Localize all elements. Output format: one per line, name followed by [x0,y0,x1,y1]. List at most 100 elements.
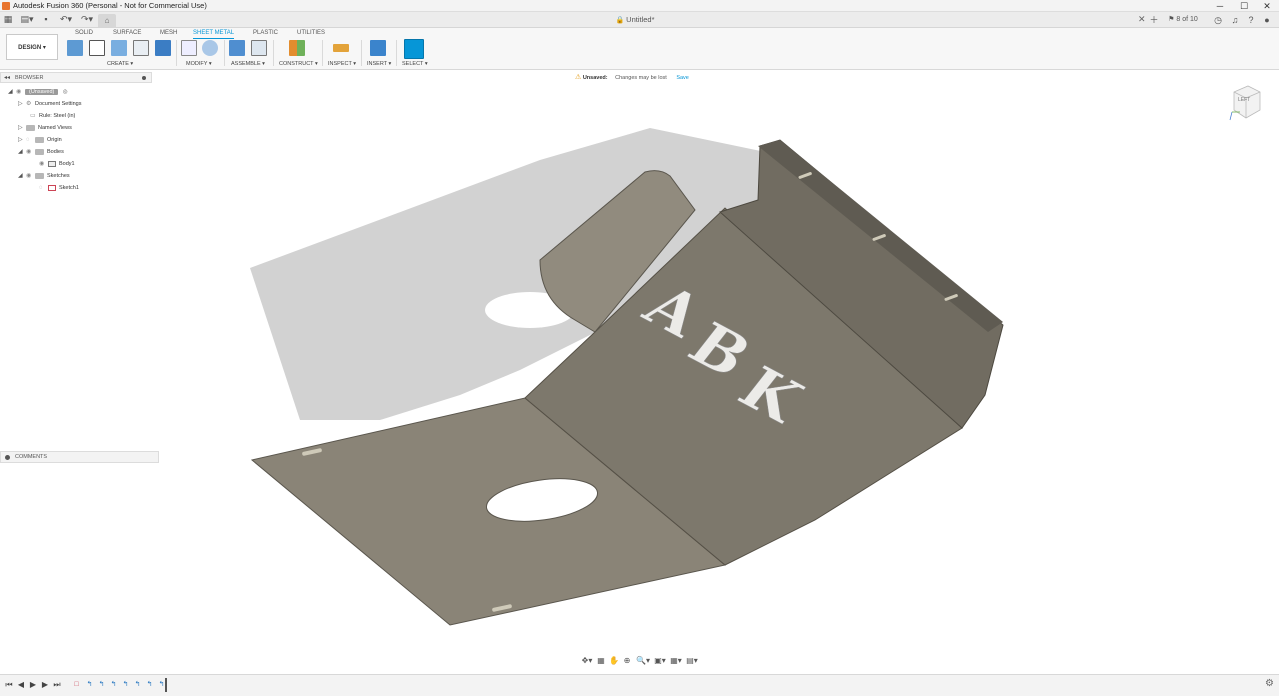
modify-menu[interactable]: MODIFY ▾ [186,61,212,67]
create-sketch-icon[interactable] [89,40,105,56]
tree-origin[interactable]: ▷ ◌ Origin [18,135,62,146]
viewcube[interactable]: LEFT [1226,82,1266,122]
eye-icon[interactable]: ◉ [39,159,48,170]
timeline-flange-feature[interactable]: ↰ [97,680,106,689]
tree-document-settings[interactable]: ▷ ⚙ Document Settings [18,99,81,110]
zoom-window-icon[interactable]: 🔍▾ [635,655,651,667]
document-tab[interactable]: 🔒 Untitled* [560,12,710,28]
insert-image-icon[interactable] [370,40,386,56]
assemble-menu[interactable]: ASSEMBLE ▾ [231,61,265,67]
data-panel-grid-icon[interactable]: ▦ [2,13,14,26]
job-status[interactable]: ⚑ 8 of 10 [1163,14,1203,26]
activate-icon[interactable]: ◎ [63,89,68,95]
canvas-viewport[interactable]: A B K [0,70,1279,670]
tab-sheet-metal[interactable]: SHEET METAL [193,29,235,39]
timeline-first-icon[interactable]: ⏮ [4,679,14,691]
tree-root[interactable]: ◢ ◉ (Unsaved) ◎ [8,87,68,98]
timeline-flange-feature[interactable]: ↰ [145,680,154,689]
timeline-flange-feature[interactable]: ↰ [121,680,130,689]
expanded-triangle-icon[interactable]: ◢ [18,147,26,158]
select-cursor-icon[interactable] [404,39,424,59]
look-at-icon[interactable]: ▦ [596,655,606,667]
bend-icon[interactable] [133,40,149,56]
timeline-sketch-feature[interactable]: □ [72,680,81,689]
orbit-icon[interactable]: ✥▾ [580,655,594,667]
avatar-icon[interactable]: ● [1261,14,1273,26]
expanded-triangle-icon[interactable]: ◢ [18,171,26,182]
timeline-play-icon[interactable]: ▶ [28,679,38,691]
construct-menu[interactable]: CONSTRUCT ▾ [279,61,318,67]
collapsed-triangle-icon[interactable]: ▷ [18,99,26,110]
alert-title: Unsaved: [582,75,608,81]
file-icon[interactable]: ▤▾ [18,13,36,26]
minimize-button[interactable]: ─ [1208,0,1232,12]
maximize-button[interactable]: ☐ [1232,0,1256,12]
eye-icon[interactable]: ◌ [26,135,35,146]
plus-icon[interactable]: ＋ [1149,14,1159,26]
undo-icon[interactable]: ↶▾ [57,13,75,26]
pin-icon[interactable] [142,76,146,80]
tree-sketches[interactable]: ◢ ◉ Sketches [18,171,70,182]
press-pull-icon[interactable] [181,40,197,56]
tab-mesh[interactable]: MESH [160,29,177,37]
home-icon[interactable]: ⌂ [98,14,116,27]
help-icon[interactable]: ? [1245,14,1257,26]
pan-icon[interactable]: ✋ [609,655,619,667]
redo-icon[interactable]: ↷▾ [78,13,96,26]
close-tab-icon[interactable]: ✕ [1138,14,1146,25]
tree-rule[interactable]: ▭ Rule: Steel (in) [30,111,75,122]
measure-icon[interactable] [333,44,349,52]
unfold-icon[interactable] [155,40,171,56]
ribbon-divider [273,40,274,66]
close-window-button[interactable]: ✕ [1255,0,1279,12]
display-settings-icon[interactable]: ▣▾ [653,655,667,667]
flange-icon[interactable] [111,40,127,56]
tab-plastic[interactable]: PLASTIC [253,29,278,37]
collapsed-triangle-icon[interactable]: ▷ [18,135,26,146]
timeline-flange-feature[interactable]: ↰ [85,680,94,689]
timeline-next-icon[interactable]: ▶ [40,679,50,691]
timeline-flange-feature[interactable]: ↰ [109,680,118,689]
browser-header[interactable]: ◂◂ BROWSER [0,72,152,83]
clock-icon[interactable]: ◷ [1212,14,1224,26]
tree-named-views[interactable]: ▷ Named Views [18,123,72,134]
tab-surface[interactable]: SURFACE [113,29,141,37]
eye-icon[interactable]: ◉ [16,87,25,98]
viewcube-label: LEFT [1238,97,1250,103]
new-component-assemble-icon[interactable] [229,40,245,56]
tab-utilities[interactable]: UTILITIES [297,29,325,37]
comments-panel[interactable]: COMMENTS [0,451,159,463]
alert-save-link[interactable]: Save [676,75,689,81]
zoom-icon[interactable]: ⊕ [622,655,632,667]
select-menu[interactable]: SELECT ▾ [402,61,428,67]
tree-sketch1[interactable]: ◌ Sketch1 [39,183,79,194]
viewports-icon[interactable]: ▤▾ [685,655,699,667]
tab-solid[interactable]: SOLID [75,29,93,37]
eye-icon[interactable]: ◌ [39,183,48,194]
inspect-menu[interactable]: INSPECT ▾ [328,61,356,67]
timeline-last-icon[interactable]: ⏭ [52,679,62,691]
insert-menu[interactable]: INSERT ▾ [367,61,391,67]
tree-bodies[interactable]: ◢ ◉ Bodies [18,147,64,158]
workspace-switcher[interactable]: DESIGN ▾ [6,34,58,60]
fillet-icon[interactable] [202,40,218,56]
tree-label: Document Settings [35,101,82,107]
collapse-icon[interactable]: ◂◂ [4,73,10,83]
comments-expand-icon[interactable] [5,455,10,460]
gear-icon[interactable]: ⚙ [1265,678,1274,689]
timeline-prev-icon[interactable]: ◀ [16,679,26,691]
joint-icon[interactable] [251,40,267,56]
tree-body1[interactable]: ◉ Body1 [39,159,75,170]
timeline-marker[interactable] [165,678,167,692]
timeline-flange-feature[interactable]: ↰ [133,680,142,689]
expanded-triangle-icon[interactable]: ◢ [8,87,16,98]
eye-icon[interactable]: ◉ [26,147,35,158]
eye-icon[interactable]: ◉ [26,171,35,182]
offset-plane-icon[interactable] [289,40,305,56]
save-icon[interactable]: ▪ [40,13,52,26]
grid-settings-icon[interactable]: ▦▾ [669,655,683,667]
collapsed-triangle-icon[interactable]: ▷ [18,123,26,134]
bell-icon[interactable]: ♫ [1229,14,1241,26]
new-component-icon[interactable] [67,40,83,56]
create-menu[interactable]: CREATE ▾ [107,61,133,67]
